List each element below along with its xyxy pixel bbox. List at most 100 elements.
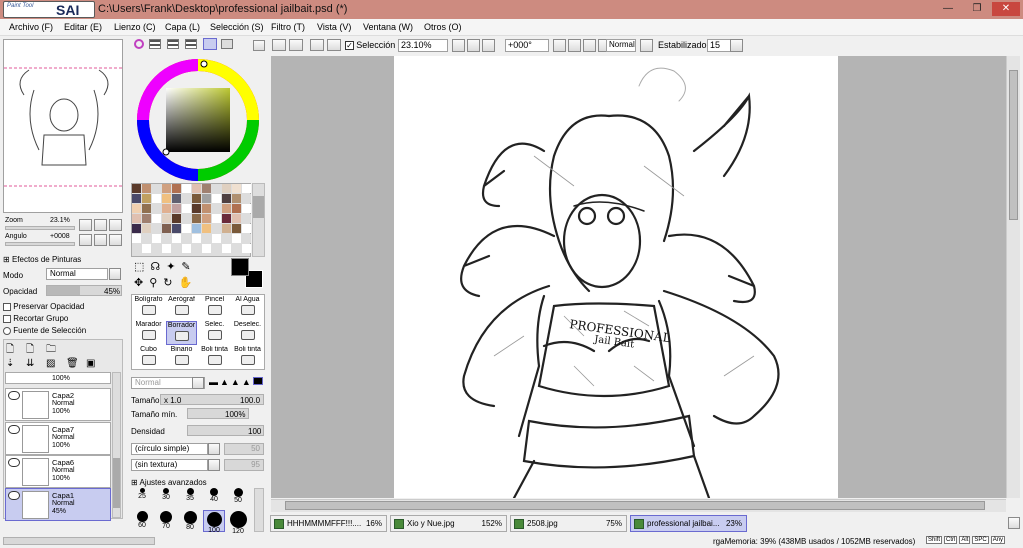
zoom-reset-button[interactable] — [109, 219, 122, 231]
color-swatch[interactable] — [192, 214, 201, 223]
rgb-slider-tab-icon[interactable] — [149, 39, 161, 49]
color-swatch[interactable] — [222, 194, 231, 203]
menu-ventana[interactable]: Ventana (W) — [363, 22, 413, 32]
toolbar-rotate-left[interactable] — [553, 39, 566, 52]
tool-al-agua[interactable]: Al Agua — [232, 296, 263, 320]
layer-item-partial[interactable]: 100% — [5, 372, 111, 384]
layer-item-capa2[interactable]: Capa2 Normal 100% — [5, 388, 111, 421]
color-swatch[interactable] — [222, 214, 231, 223]
color-swatch[interactable] — [172, 184, 181, 193]
color-swatch[interactable] — [202, 224, 211, 233]
color-swatch[interactable] — [132, 244, 141, 253]
rotate-left-button[interactable] — [79, 234, 92, 246]
color-swatch[interactable] — [212, 214, 221, 223]
brush-mode-arrow[interactable] — [192, 377, 204, 389]
brush-shape-strength[interactable]: 50 — [224, 443, 264, 455]
size-multiplier[interactable]: x 1.0 — [164, 396, 181, 405]
zoom-combo[interactable]: 23.10% — [398, 39, 448, 52]
color-swatch[interactable] — [162, 244, 171, 253]
mode-select[interactable]: Normal — [46, 268, 108, 280]
zoom-out-button[interactable] — [79, 219, 92, 231]
color-swatch[interactable] — [202, 204, 211, 213]
clip-group-checkbox[interactable]: Recortar Grupo — [3, 314, 68, 323]
brush-size-scrollbar[interactable] — [254, 488, 264, 532]
color-swatch[interactable] — [182, 224, 191, 233]
tool-boli-tinta[interactable]: Boli tinta — [199, 346, 230, 370]
toolbar-rotate-right[interactable] — [568, 39, 581, 52]
color-swatch[interactable] — [242, 204, 251, 213]
color-swatch[interactable] — [172, 244, 181, 253]
brush-size-preset[interactable]: 70 — [155, 510, 177, 532]
color-swatch[interactable] — [202, 184, 211, 193]
tab-menu-button[interactable] — [1008, 517, 1020, 529]
color-swatch[interactable] — [172, 194, 181, 203]
toolbar-rotate-reset[interactable] — [583, 39, 596, 52]
color-swatch[interactable] — [142, 224, 151, 233]
maximize-button[interactable]: ❐ — [963, 2, 991, 16]
minimize-button[interactable]: — — [934, 2, 962, 16]
document-tab-active[interactable]: professional jailbai... 23% — [630, 515, 747, 532]
layer-scrollbar[interactable] — [112, 372, 121, 518]
color-swatch[interactable] — [152, 194, 161, 203]
color-swatch[interactable] — [242, 224, 251, 233]
color-swatch[interactable] — [222, 244, 231, 253]
color-swatch[interactable] — [152, 234, 161, 243]
color-swatch[interactable] — [182, 194, 191, 203]
menu-capa[interactable]: Capa (L) — [165, 22, 200, 32]
menu-filtro[interactable]: Filtro (T) — [271, 22, 305, 32]
clear-layer-icon[interactable]: ▨ — [46, 358, 55, 369]
color-swatch[interactable] — [242, 244, 251, 253]
color-swatch[interactable] — [202, 214, 211, 223]
layer-item-capa6[interactable]: Capa6 Normal 100% — [5, 455, 111, 488]
menu-lienzo[interactable]: Lienzo (C) — [114, 22, 156, 32]
bottom-scroll[interactable] — [3, 537, 155, 545]
eyedropper-icon[interactable]: ✎ — [181, 261, 196, 273]
invert-selection-button[interactable] — [327, 39, 341, 51]
color-swatch[interactable] — [192, 184, 201, 193]
blend-mode-combo[interactable]: Normal — [606, 39, 636, 52]
visibility-eye-icon[interactable] — [8, 425, 20, 434]
color-swatch[interactable] — [162, 234, 171, 243]
color-swatch[interactable] — [192, 194, 201, 203]
menu-archivo[interactable]: Archivo (F) — [9, 22, 53, 32]
advanced-settings-header[interactable]: ⊞ Ajustes avanzados — [131, 478, 207, 487]
color-swatch[interactable] — [222, 224, 231, 233]
color-swatch[interactable] — [242, 214, 251, 223]
visibility-eye-icon[interactable] — [8, 458, 20, 467]
color-swatch[interactable] — [152, 204, 161, 213]
brush-texture-strength[interactable]: 95 — [224, 459, 264, 471]
zoom-slider[interactable] — [5, 226, 75, 230]
color-swatch[interactable] — [212, 194, 221, 203]
new-folder-icon[interactable]: 🗀 — [46, 342, 56, 359]
brush-shape-select[interactable]: (círculo simple) — [131, 443, 208, 455]
color-swatch[interactable] — [192, 224, 201, 233]
color-swatch[interactable] — [192, 234, 201, 243]
color-swatch[interactable] — [152, 224, 161, 233]
color-swatch[interactable] — [152, 244, 161, 253]
swatch-grid[interactable] — [131, 183, 251, 257]
color-swatch[interactable] — [152, 184, 161, 193]
color-swatch[interactable] — [152, 214, 161, 223]
color-swatch[interactable] — [202, 244, 211, 253]
color-swatch[interactable] — [202, 194, 211, 203]
color-swatch[interactable] — [222, 184, 231, 193]
layer-item-capa7[interactable]: Capa7 Normal 100% — [5, 422, 111, 455]
color-swatch[interactable] — [162, 224, 171, 233]
visibility-eye-icon[interactable] — [8, 391, 20, 400]
brush-size-preset[interactable]: 80 — [179, 510, 201, 532]
hand-tool-icon[interactable]: ✋ — [179, 277, 199, 289]
menu-vista[interactable]: Vista (V) — [317, 22, 351, 32]
color-swatch[interactable] — [142, 244, 151, 253]
brush-size-preset[interactable]: 40 — [203, 488, 225, 510]
merge-down-icon[interactable]: ⇊ — [26, 358, 34, 369]
color-swatch[interactable] — [162, 184, 171, 193]
color-swatch[interactable] — [212, 184, 221, 193]
color-swatch[interactable] — [242, 184, 251, 193]
rotate-right-button[interactable] — [94, 234, 107, 246]
brush-size-preset[interactable]: 25 — [131, 488, 153, 510]
color-swatch[interactable] — [172, 224, 181, 233]
delete-layer-icon[interactable]: 🗑 — [66, 358, 79, 369]
selection-source-checkbox[interactable]: Fuente de Selección — [3, 326, 86, 335]
tool-borrador[interactable]: Borrador — [166, 321, 197, 345]
rect-select-icon[interactable]: ⬚ — [134, 261, 150, 273]
